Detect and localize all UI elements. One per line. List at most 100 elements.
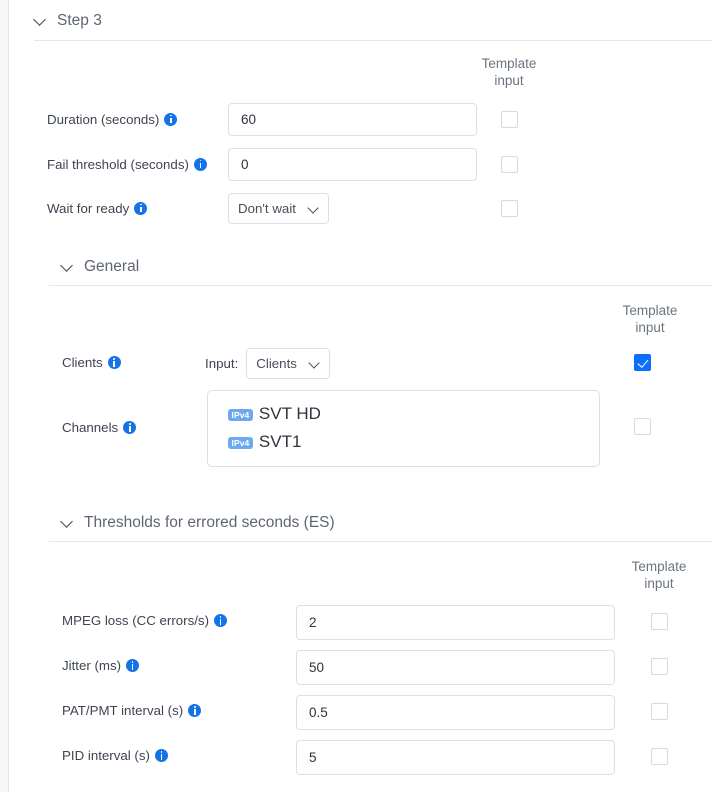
template-input-checkbox-clients[interactable] — [633, 354, 651, 371]
chevron-down-icon — [61, 516, 74, 529]
ipv4-badge: IPv4 — [228, 409, 253, 421]
label-mpeg-loss: MPEG loss (CC errors/s) — [62, 613, 228, 628]
jitter-input[interactable]: 50 — [296, 650, 615, 685]
wait-for-ready-value: Don't wait — [238, 200, 296, 216]
label-duration: Duration (seconds) — [47, 111, 178, 127]
section-title-thresholds: Thresholds for errored seconds (ES) — [84, 514, 335, 531]
chevron-down-icon — [61, 260, 74, 273]
mpeg-loss-field-wrap: 2 — [296, 605, 615, 640]
template-input-checkbox-duration[interactable] — [500, 110, 518, 128]
clients-select-value: Clients — [256, 356, 297, 371]
template-input-header-line1: Template — [481, 56, 537, 71]
form-row-wait-for-ready: Wait for ready Don't wait — [9, 191, 712, 225]
label-clients-text: Clients — [62, 355, 103, 370]
section-divider-step3 — [34, 40, 712, 41]
template-input-checkbox-jitter[interactable] — [650, 658, 668, 675]
pat-pmt-interval-field-wrap: 0.5 — [296, 695, 615, 730]
clients-input-prefix: Input: — [205, 356, 239, 371]
template-input-column-header: Template input — [472, 55, 546, 89]
template-input-cell-pat-pmt-interval — [622, 703, 696, 720]
label-channels: Channels — [62, 420, 137, 435]
channels-listbox[interactable]: IPv4 SVT HD IPv4 SVT1 — [207, 390, 600, 467]
clients-select[interactable]: Clients — [246, 348, 330, 379]
jitter-field-wrap: 50 — [296, 650, 615, 685]
template-input-checkbox-pid-interval[interactable] — [650, 748, 668, 765]
template-input-cell-jitter — [622, 658, 696, 675]
label-pid-interval-text: PID interval (s) — [62, 748, 150, 763]
label-duration-text: Duration (seconds) — [47, 111, 160, 127]
form-row-jitter: Jitter (ms) 50 — [9, 649, 712, 685]
chevron-down-icon — [309, 358, 320, 369]
label-pat-pmt-interval-text: PAT/PMT interval (s) — [62, 703, 184, 718]
template-input-header-line1: Template — [622, 303, 678, 318]
template-input-cell-channels — [605, 418, 679, 435]
template-input-cell-mpeg-loss — [622, 613, 696, 630]
label-jitter: Jitter (ms) — [62, 658, 140, 673]
fail-threshold-input[interactable]: 0 — [228, 147, 477, 181]
section-header-general[interactable]: General — [61, 259, 139, 275]
duration-input[interactable]: 60 — [228, 102, 477, 136]
duration-field-wrap: 60 — [228, 102, 477, 136]
info-icon[interactable] — [123, 421, 137, 434]
ipv4-badge: IPv4 — [228, 437, 253, 449]
form-content: Step 3 Template input Duration (seconds)… — [9, 0, 712, 792]
template-input-header-line2: input — [494, 73, 524, 88]
template-input-cell-fail-threshold — [472, 147, 546, 181]
label-clients: Clients — [62, 355, 121, 370]
chevron-down-icon — [34, 14, 47, 27]
template-input-header-line2: input — [644, 576, 674, 591]
info-icon[interactable] — [107, 356, 121, 369]
template-input-checkbox-pat-pmt-interval[interactable] — [650, 703, 668, 720]
list-item[interactable]: IPv4 SVT1 — [208, 428, 599, 456]
template-input-checkbox-mpeg-loss[interactable] — [650, 613, 668, 630]
info-icon[interactable] — [134, 201, 148, 215]
info-icon[interactable] — [188, 704, 202, 717]
info-icon[interactable] — [214, 614, 228, 627]
info-icon[interactable] — [164, 112, 178, 126]
form-row-mpeg-loss: MPEG loss (CC errors/s) 2 — [9, 604, 712, 640]
form-row-clients: Clients Input: Clients — [9, 348, 712, 381]
pid-interval-field-wrap: 5 — [296, 740, 615, 775]
info-icon[interactable] — [193, 157, 207, 171]
template-input-header-line1: Template — [631, 559, 687, 574]
template-input-column-header-thresholds: Template input — [622, 558, 696, 592]
section-header-step3[interactable]: Step 3 — [34, 13, 102, 29]
label-fail-threshold: Fail threshold (seconds) — [47, 157, 207, 172]
form-row-pat-pmt-interval: PAT/PMT interval (s) 0.5 — [9, 694, 712, 730]
label-jitter-text: Jitter (ms) — [62, 658, 122, 673]
channel-name: SVT HD — [258, 404, 321, 423]
template-input-checkbox-fail-threshold[interactable] — [500, 155, 518, 173]
label-wait-for-ready-text: Wait for ready — [47, 200, 130, 216]
label-fail-threshold-text: Fail threshold (seconds) — [47, 156, 189, 172]
template-input-checkbox-wait-for-ready[interactable] — [500, 199, 518, 217]
template-input-cell-pid-interval — [622, 748, 696, 765]
template-input-header-line2: input — [635, 320, 665, 335]
list-item[interactable]: IPv4 SVT HD — [208, 400, 599, 428]
clients-input-group: Input: Clients — [205, 348, 330, 379]
info-icon[interactable] — [126, 659, 140, 672]
label-channels-text: Channels — [62, 420, 119, 435]
template-input-checkbox-channels[interactable] — [633, 418, 651, 435]
settings-form-page: Step 3 Template input Duration (seconds)… — [0, 0, 712, 792]
pid-interval-input[interactable]: 5 — [296, 740, 615, 775]
label-pid-interval: PID interval (s) — [62, 748, 168, 763]
label-pat-pmt-interval: PAT/PMT interval (s) — [62, 703, 202, 718]
template-input-cell-clients — [605, 354, 679, 371]
label-mpeg-loss-text: MPEG loss (CC errors/s) — [62, 613, 210, 628]
mpeg-loss-input[interactable]: 2 — [296, 605, 615, 640]
wait-for-ready-field-wrap: Don't wait — [228, 192, 329, 224]
section-header-thresholds[interactable]: Thresholds for errored seconds (ES) — [61, 515, 335, 531]
form-row-duration: Duration (seconds) 60 — [9, 102, 712, 136]
left-gutter — [0, 0, 9, 792]
section-divider-general — [49, 285, 712, 286]
template-input-column-header-general: Template input — [613, 302, 687, 336]
form-row-pid-interval: PID interval (s) 5 — [9, 739, 712, 775]
section-title-step3: Step 3 — [57, 12, 102, 29]
info-icon[interactable] — [154, 749, 168, 762]
section-title-general: General — [84, 258, 140, 275]
wait-for-ready-select[interactable]: Don't wait — [228, 192, 329, 224]
pat-pmt-interval-input[interactable]: 0.5 — [296, 695, 615, 730]
section-divider-thresholds — [49, 541, 712, 542]
template-input-cell-duration — [472, 102, 546, 136]
label-wait-for-ready: Wait for ready — [47, 200, 148, 216]
